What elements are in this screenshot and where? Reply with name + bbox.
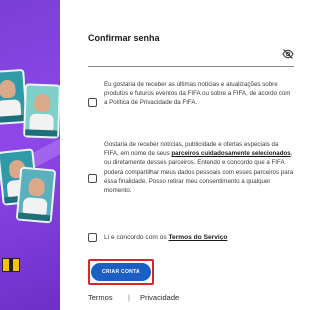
terms-of-service-link[interactable]: Termos do Serviço [169,234,228,241]
eye-slash-icon[interactable] [282,48,294,60]
consent-fifa-news-text: Eu gostaria de receber as últimas notíci… [104,81,291,107]
consent-terms-text: Li e concordo com os Termos do Serviço [104,234,228,241]
consent-fifa-news: Eu gostaria de receber as últimas notíci… [88,80,298,130]
confirm-password-label: Confirmar senha [88,33,160,43]
footer-separator: | [128,293,130,302]
consent-terms: Li e concordo com os Termos do Serviço [88,232,298,246]
consent-partners: Gostaria de receber notícias, publicidad… [88,140,298,224]
consent-partners-checkbox[interactable] [88,174,97,183]
consent-fifa-news-checkbox[interactable] [88,98,97,107]
flag-sticker-image [2,258,20,272]
promo-artwork-panel [0,0,60,310]
player-card-image [23,83,60,139]
signup-form: Confirmar senha Eu gostaria de receber a… [88,0,310,310]
create-account-button[interactable]: CRIAR CONTA [91,263,151,281]
confirm-password-input[interactable] [88,44,294,67]
terms-checkbox[interactable] [88,233,97,242]
player-card-image [15,166,57,224]
consent-partners-text: Gostaria de receber notícias, publicidad… [104,141,294,195]
footer-privacy-link[interactable]: Privacidade [140,293,179,302]
footer-terms-link[interactable]: Termos [88,293,113,302]
selected-partners-link[interactable]: parceiros cuidadosamente selecionados [171,150,290,157]
